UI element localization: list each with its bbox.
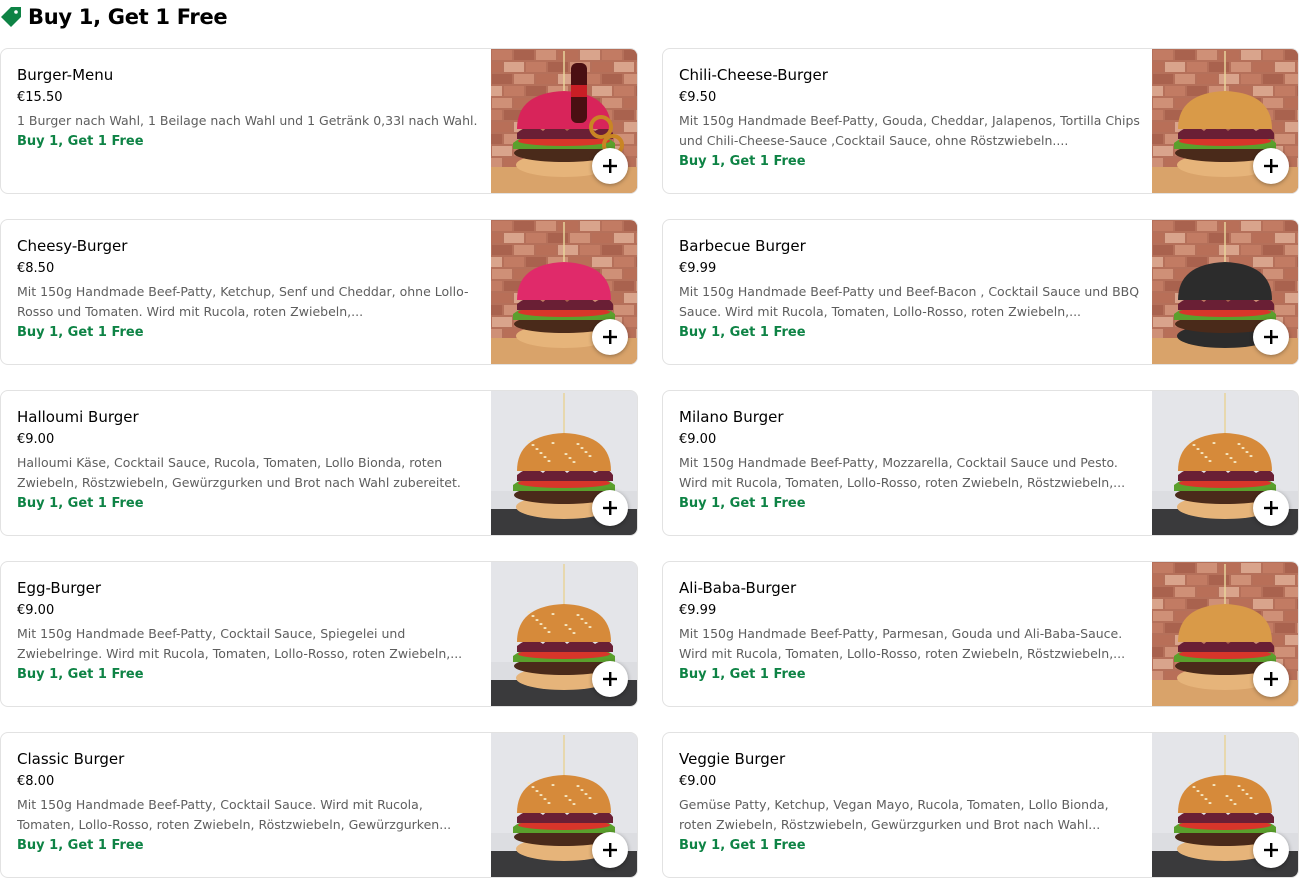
item-name: Halloumi Burger xyxy=(17,408,139,426)
section-title: Buy 1, Get 1 Free xyxy=(28,5,228,29)
item-price: €9.00 xyxy=(17,603,55,618)
menu-item-card[interactable]: Halloumi Burger €9.00 Halloumi Käse, Coc… xyxy=(0,390,638,536)
item-description: Mit 150g Handmade Beef-Patty, Cocktail S… xyxy=(17,626,463,661)
item-price: €15.50 xyxy=(17,90,63,105)
item-description: Mit 150g Handmade Beef-Patty und Beef-Ba… xyxy=(679,284,1140,319)
item-description: Mit 150g Handmade Beef-Patty, Mozzarella… xyxy=(679,455,1126,490)
menu-item-info: Halloumi Burger €9.00 Halloumi Käse, Coc… xyxy=(17,407,479,514)
menu-item-info: Egg-Burger €9.00 Mit 150g Handmade Beef-… xyxy=(17,578,479,685)
item-price: €9.00 xyxy=(679,432,717,447)
promo-label: Buy 1, Get 1 Free xyxy=(17,496,144,511)
add-to-cart-button[interactable] xyxy=(1253,661,1289,697)
menu-item-info: Chili-Cheese-Burger €9.50 Mit 150g Handm… xyxy=(679,65,1141,172)
item-price: €9.99 xyxy=(679,261,717,276)
item-price: €9.00 xyxy=(17,432,55,447)
menu-item-card[interactable]: Chili-Cheese-Burger €9.50 Mit 150g Handm… xyxy=(662,48,1299,194)
menu-item-info: Burger-Menu €15.50 1 Burger nach Wahl, 1… xyxy=(17,65,479,152)
menu-item-info: Veggie Burger €9.00 Gemüse Patty, Ketchu… xyxy=(679,749,1141,856)
plus-icon xyxy=(1264,672,1278,686)
promo-label: Buy 1, Get 1 Free xyxy=(679,838,806,853)
item-price: €9.00 xyxy=(679,774,717,789)
promo-label: Buy 1, Get 1 Free xyxy=(17,838,144,853)
item-price: €9.99 xyxy=(679,603,717,618)
item-name: Milano Burger xyxy=(679,408,784,426)
menu-item-card[interactable]: Ali-Baba-Burger €9.99 Mit 150g Handmade … xyxy=(662,561,1299,707)
add-to-cart-button[interactable] xyxy=(592,490,628,526)
plus-icon xyxy=(1264,159,1278,173)
item-description: Mit 150g Handmade Beef-Patty, Gouda, Che… xyxy=(679,113,1140,148)
menu-item-info: Milano Burger €9.00 Mit 150g Handmade Be… xyxy=(679,407,1141,514)
item-price: €8.50 xyxy=(17,261,55,276)
plus-icon xyxy=(603,330,617,344)
menu-item-info: Ali-Baba-Burger €9.99 Mit 150g Handmade … xyxy=(679,578,1141,685)
item-name: Barbecue Burger xyxy=(679,237,806,255)
item-name: Egg-Burger xyxy=(17,579,102,597)
item-name: Cheesy-Burger xyxy=(17,237,128,255)
item-name: Veggie Burger xyxy=(679,750,786,768)
item-price: €8.00 xyxy=(17,774,55,789)
add-to-cart-button[interactable] xyxy=(1253,832,1289,868)
menu-item-card[interactable]: Classic Burger €8.00 Mit 150g Handmade B… xyxy=(0,732,638,878)
plus-icon xyxy=(1264,330,1278,344)
plus-icon xyxy=(1264,843,1278,857)
item-description: 1 Burger nach Wahl, 1 Beilage nach Wahl … xyxy=(17,113,478,128)
promo-label: Buy 1, Get 1 Free xyxy=(17,667,144,682)
item-description: Mit 150g Handmade Beef-Patty, Cocktail S… xyxy=(17,797,452,832)
menu-item-card[interactable]: Barbecue Burger €9.99 Mit 150g Handmade … xyxy=(662,219,1299,365)
item-description: Halloumi Käse, Cocktail Sauce, Rucola, T… xyxy=(17,455,461,490)
promo-label: Buy 1, Get 1 Free xyxy=(679,667,806,682)
item-name: Burger-Menu xyxy=(17,66,114,84)
add-to-cart-button[interactable] xyxy=(1253,490,1289,526)
item-price: €9.50 xyxy=(679,90,717,105)
promo-label: Buy 1, Get 1 Free xyxy=(17,134,144,149)
menu-item-info: Classic Burger €8.00 Mit 150g Handmade B… xyxy=(17,749,479,856)
item-name: Ali-Baba-Burger xyxy=(679,579,797,597)
promo-label: Buy 1, Get 1 Free xyxy=(679,154,806,169)
menu-item-card[interactable]: Cheesy-Burger €8.50 Mit 150g Handmade Be… xyxy=(0,219,638,365)
plus-icon xyxy=(603,843,617,857)
promo-label: Buy 1, Get 1 Free xyxy=(679,325,806,340)
plus-icon xyxy=(603,672,617,686)
item-description: Mit 150g Handmade Beef-Patty, Parmesan, … xyxy=(679,626,1126,661)
add-to-cart-button[interactable] xyxy=(592,148,628,184)
plus-icon xyxy=(603,159,617,173)
menu-item-info: Barbecue Burger €9.99 Mit 150g Handmade … xyxy=(679,236,1141,343)
menu-item-card[interactable]: Milano Burger €9.00 Mit 150g Handmade Be… xyxy=(662,390,1299,536)
section-header: Buy 1, Get 1 Free xyxy=(0,2,228,32)
tag-icon xyxy=(0,6,22,28)
add-to-cart-button[interactable] xyxy=(592,832,628,868)
item-description: Mit 150g Handmade Beef-Patty, Ketchup, S… xyxy=(17,284,469,319)
add-to-cart-button[interactable] xyxy=(592,661,628,697)
plus-icon xyxy=(1264,501,1278,515)
item-name: Chili-Cheese-Burger xyxy=(679,66,828,84)
plus-icon xyxy=(603,501,617,515)
add-to-cart-button[interactable] xyxy=(1253,319,1289,355)
add-to-cart-button[interactable] xyxy=(1253,148,1289,184)
promo-label: Buy 1, Get 1 Free xyxy=(17,325,144,340)
menu-item-card[interactable]: Egg-Burger €9.00 Mit 150g Handmade Beef-… xyxy=(0,561,638,707)
item-description: Gemüse Patty, Ketchup, Vegan Mayo, Rucol… xyxy=(679,797,1109,832)
menu-item-card[interactable]: Veggie Burger €9.00 Gemüse Patty, Ketchu… xyxy=(662,732,1299,878)
menu-item-grid: Burger-Menu €15.50 1 Burger nach Wahl, 1… xyxy=(0,48,1299,878)
promo-label: Buy 1, Get 1 Free xyxy=(679,496,806,511)
item-name: Classic Burger xyxy=(17,750,125,768)
add-to-cart-button[interactable] xyxy=(592,319,628,355)
menu-item-info: Cheesy-Burger €8.50 Mit 150g Handmade Be… xyxy=(17,236,479,343)
menu-item-card[interactable]: Burger-Menu €15.50 1 Burger nach Wahl, 1… xyxy=(0,48,638,194)
